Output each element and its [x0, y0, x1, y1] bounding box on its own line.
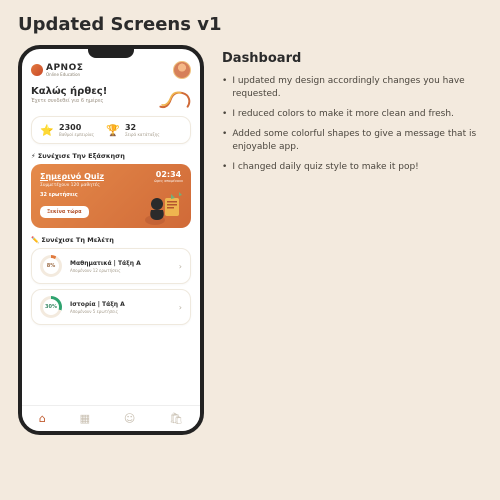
quiz-subtitle: Συμμετέχουν 120 μαθητές: [40, 183, 182, 188]
stat-xp: ⭐ 2300 Βαθμοί εμπειρίας: [40, 123, 94, 137]
bullet-item: I reduced colors to make it more clean a…: [222, 108, 482, 121]
chevron-right-icon: ›: [179, 303, 182, 312]
study-card-math[interactable]: 8% Μαθηματικά | Τάξη Α Απομένουν 12 ερωτ…: [31, 248, 191, 284]
brand-logo-icon: [31, 64, 43, 76]
progress-ring: 8%: [40, 255, 62, 277]
tab-home[interactable]: ⌂: [39, 412, 46, 425]
welcome-subtitle: Έχετε συνδεθεί για 6 ημέρες: [31, 98, 107, 104]
decorative-swirl-icon: [157, 86, 191, 112]
stage: ΑΡΝΟΣ Online Education Καλώς ήρθες! Έχετ…: [0, 45, 500, 435]
brand-tagline: Online Education: [46, 73, 83, 77]
quiz-timer: 02:34 ώρες απομένουν: [154, 170, 183, 183]
app-header: ΑΡΝΟΣ Online Education: [31, 61, 191, 79]
page-title: Updated Screens v1: [0, 0, 500, 45]
study-subtitle: Απομένουν 5 ερωτήσεις: [70, 309, 125, 314]
stat-rank: 🏆 32 Σειρά κατάταξης: [106, 123, 160, 137]
phone-mockup: ΑΡΝΟΣ Online Education Καλώς ήρθες! Έχετ…: [18, 45, 204, 435]
quiz-illustration-icon: [141, 190, 185, 226]
stats-card: ⭐ 2300 Βαθμοί εμπειρίας 🏆 32 Σειρά κατάτ…: [31, 116, 191, 144]
study-title: Ιστορία | Τάξη Α: [70, 301, 125, 308]
daily-quiz-card[interactable]: 02:34 ώρες απομένουν Σημερινό Quiz Συμμε…: [31, 164, 191, 228]
welcome-title: Καλώς ήρθες!: [31, 86, 107, 97]
study-subtitle: Απομένουν 12 ερωτήσεις: [70, 268, 141, 273]
study-card-history[interactable]: 30% Ιστορία | Τάξη Α Απομένουν 5 ερωτήσε…: [31, 289, 191, 325]
notes-heading: Dashboard: [222, 51, 482, 66]
bottom-tab-bar: ⌂ ▦ ☺ 🛍: [22, 405, 200, 431]
study-heading: ✏️ Συνέχισε Τη Μελέτη: [31, 236, 191, 244]
stat-xp-value: 2300: [59, 123, 94, 132]
study-title: Μαθηματικά | Τάξη Α: [70, 260, 141, 267]
star-icon: ⭐: [40, 123, 54, 137]
tab-grid[interactable]: ▦: [80, 412, 90, 425]
progress-ring: 30%: [40, 296, 62, 318]
stat-xp-label: Βαθμοί εμπειρίας: [59, 132, 94, 137]
bullet-item: I changed daily quiz style to make it po…: [222, 161, 482, 174]
avatar[interactable]: [173, 61, 191, 79]
tab-profile[interactable]: ☺: [124, 412, 135, 425]
trophy-icon: 🏆: [106, 123, 120, 137]
quiz-start-button[interactable]: Ξεκίνα τώρα: [40, 206, 89, 218]
stat-rank-value: 32: [125, 123, 160, 132]
stat-rank-label: Σειρά κατάταξης: [125, 132, 160, 137]
practice-section: ⚡ Συνέχισε Την Εξάσκηση 02:34 ώρες απομέ…: [31, 152, 191, 228]
bullet-item: I updated my design accordingly changes …: [222, 75, 482, 101]
study-section: ✏️ Συνέχισε Τη Μελέτη 8% Μαθηματικά | Τά…: [31, 236, 191, 325]
tab-shop[interactable]: 🛍: [169, 412, 183, 425]
bullet-item: Added some colorful shapes to give a mes…: [222, 128, 482, 154]
practice-heading: ⚡ Συνέχισε Την Εξάσκηση: [31, 152, 191, 160]
notes-column: Dashboard I updated my design accordingl…: [222, 45, 482, 435]
phone-notch: [88, 48, 134, 58]
brand: ΑΡΝΟΣ Online Education: [31, 64, 83, 77]
welcome-block: Καλώς ήρθες! Έχετε συνδεθεί για 6 ημέρες: [31, 86, 191, 112]
chevron-right-icon: ›: [179, 262, 182, 271]
quiz-timer-value: 02:34: [154, 170, 183, 179]
